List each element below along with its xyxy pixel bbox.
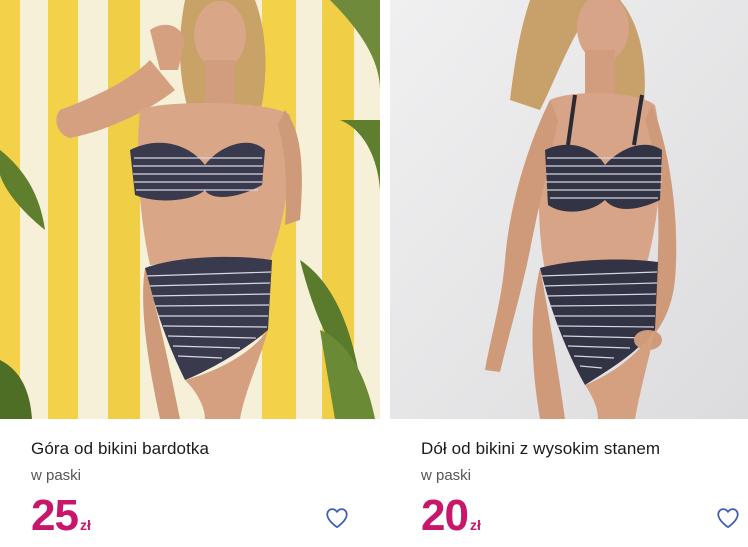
price-currency: zł — [469, 517, 481, 533]
product-image[interactable] — [390, 0, 748, 419]
product-grid: Góra od bikini bardotka w paski 25 zł Dó… — [0, 0, 748, 547]
product-price: 20 zł — [421, 494, 481, 538]
wishlist-button[interactable] — [324, 505, 350, 531]
heart-outline-icon — [717, 508, 739, 529]
product-title[interactable]: Góra od bikini bardotka — [31, 439, 209, 459]
product-card[interactable]: Góra od bikini bardotka w paski 25 zł — [0, 0, 380, 547]
price-amount: 20 — [421, 491, 469, 540]
product-card[interactable]: Dół od bikini z wysokim stanem w paski 2… — [390, 0, 748, 547]
price-currency: zł — [79, 517, 91, 533]
product-price: 25 zł — [31, 494, 91, 538]
product-variant: w paski — [421, 467, 472, 484]
product-photo-illustration — [0, 0, 380, 419]
product-image[interactable] — [0, 0, 380, 419]
product-title[interactable]: Dół od bikini z wysokim stanem — [421, 439, 660, 459]
product-photo-illustration — [390, 0, 748, 419]
product-variant: w paski — [31, 467, 82, 484]
price-amount: 25 — [31, 491, 79, 540]
wishlist-button[interactable] — [715, 505, 741, 531]
heart-outline-icon — [326, 508, 348, 529]
